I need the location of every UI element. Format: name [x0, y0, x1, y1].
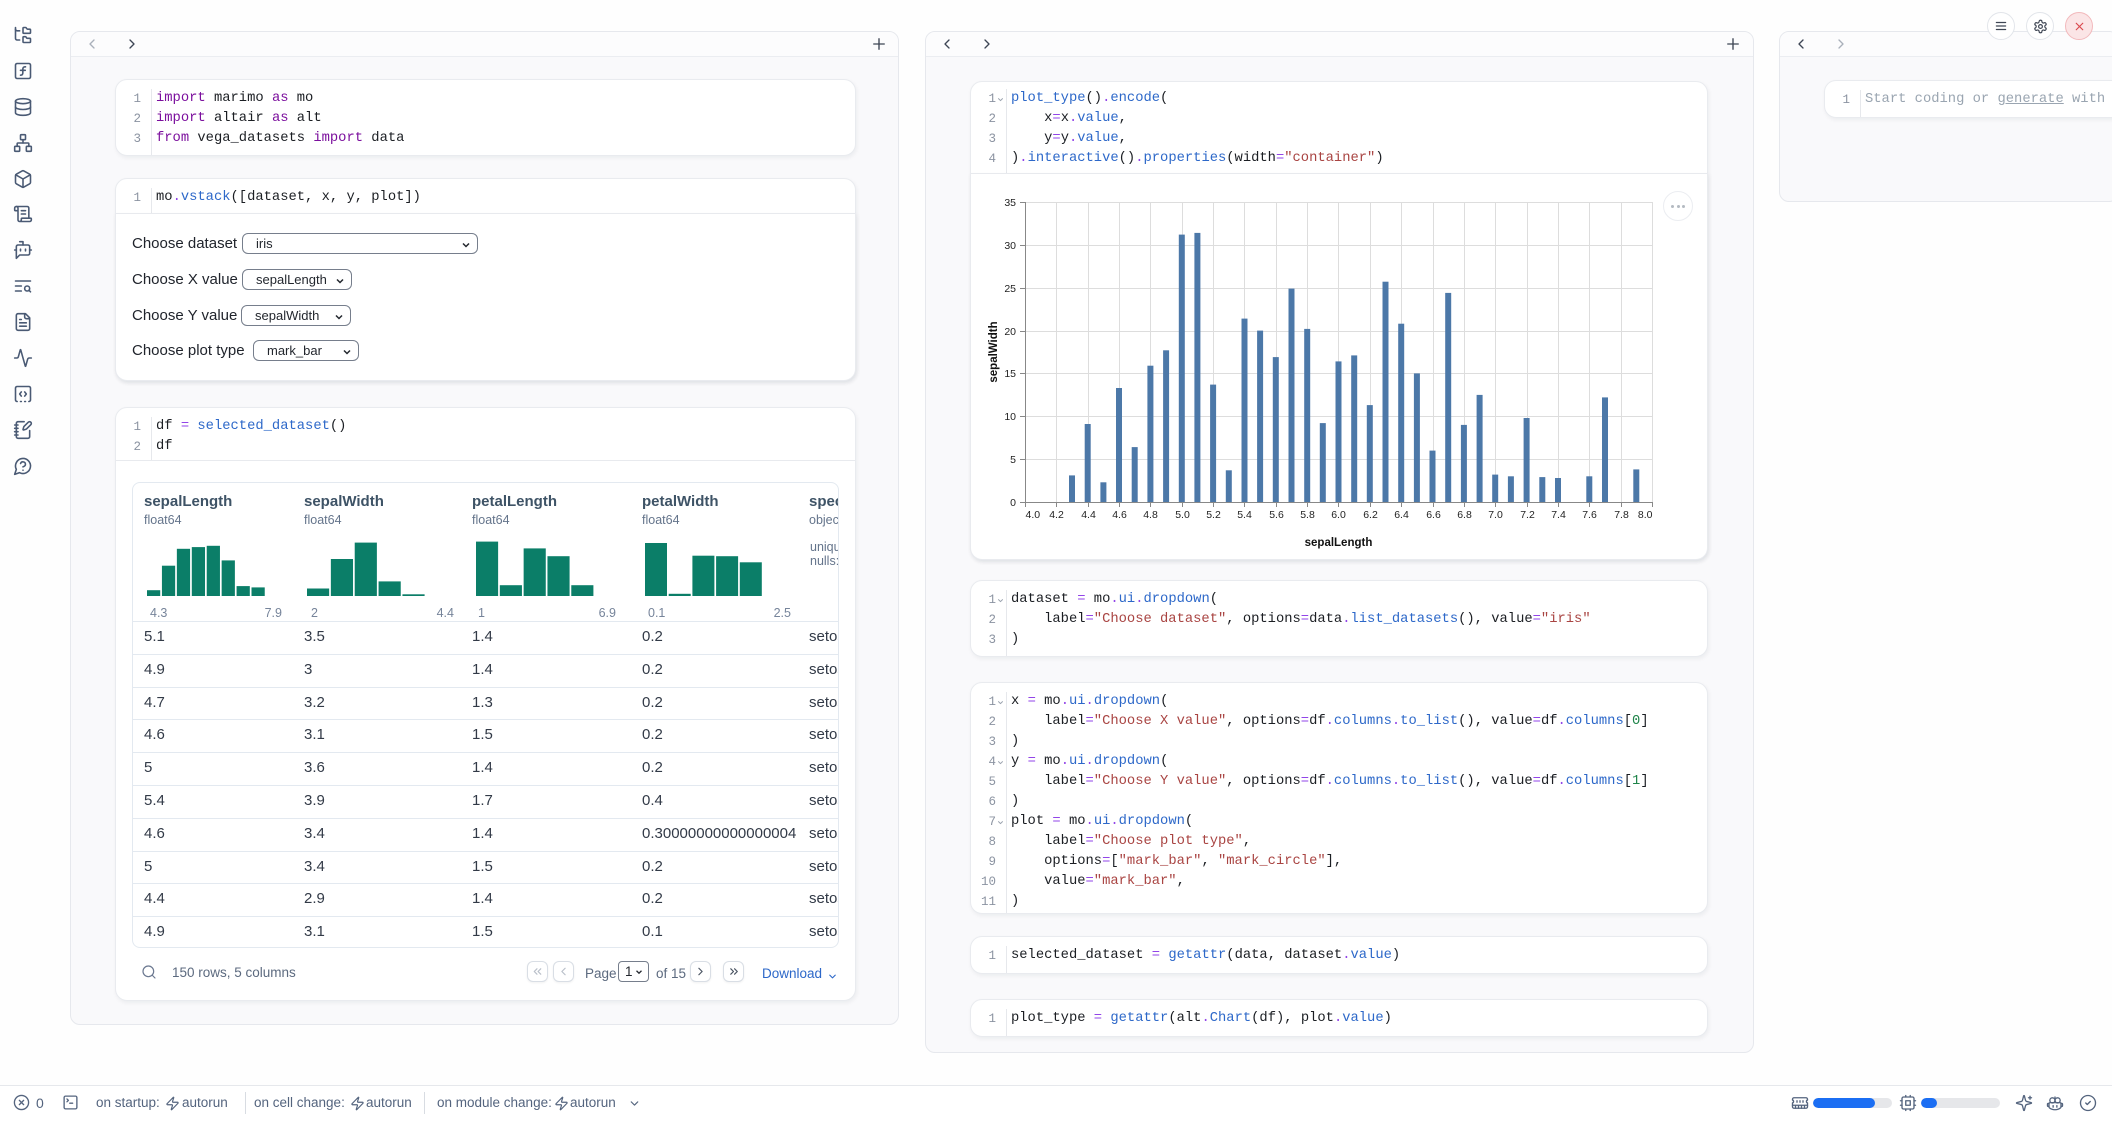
- svg-text:6.4: 6.4: [1394, 509, 1409, 521]
- svg-text:30: 30: [1004, 240, 1016, 252]
- svg-text:5.4: 5.4: [1237, 509, 1252, 521]
- svg-text:6.6: 6.6: [1426, 509, 1441, 521]
- svg-text:7.8: 7.8: [1614, 509, 1629, 521]
- svg-text:15: 15: [1004, 368, 1016, 380]
- svg-text:5: 5: [1010, 454, 1016, 466]
- svg-text:7.6: 7.6: [1582, 509, 1597, 521]
- svg-text:4.0: 4.0: [1026, 509, 1041, 521]
- svg-text:6.2: 6.2: [1363, 509, 1378, 521]
- svg-text:4.6: 4.6: [1112, 509, 1127, 521]
- svg-text:5.0: 5.0: [1175, 509, 1190, 521]
- svg-text:35: 35: [1004, 197, 1016, 209]
- svg-text:5.8: 5.8: [1300, 509, 1315, 521]
- svg-text:7.4: 7.4: [1551, 509, 1566, 521]
- svg-text:6.8: 6.8: [1457, 509, 1472, 521]
- svg-text:4.4: 4.4: [1081, 509, 1096, 521]
- svg-text:6.0: 6.0: [1331, 509, 1346, 521]
- svg-text:4.2: 4.2: [1049, 509, 1064, 521]
- svg-text:10: 10: [1004, 411, 1016, 423]
- svg-text:25: 25: [1004, 283, 1016, 295]
- svg-text:20: 20: [1004, 326, 1016, 338]
- svg-text:7.2: 7.2: [1520, 509, 1535, 521]
- svg-text:0: 0: [1010, 497, 1016, 509]
- svg-text:5.6: 5.6: [1269, 509, 1284, 521]
- svg-text:4.8: 4.8: [1143, 509, 1158, 521]
- svg-text:sepalLength: sepalLength: [1305, 537, 1373, 549]
- svg-text:7.0: 7.0: [1488, 509, 1503, 521]
- svg-text:5.2: 5.2: [1206, 509, 1221, 521]
- svg-text:sepalWidth: sepalWidth: [988, 321, 1000, 382]
- svg-text:8.0: 8.0: [1638, 509, 1653, 521]
